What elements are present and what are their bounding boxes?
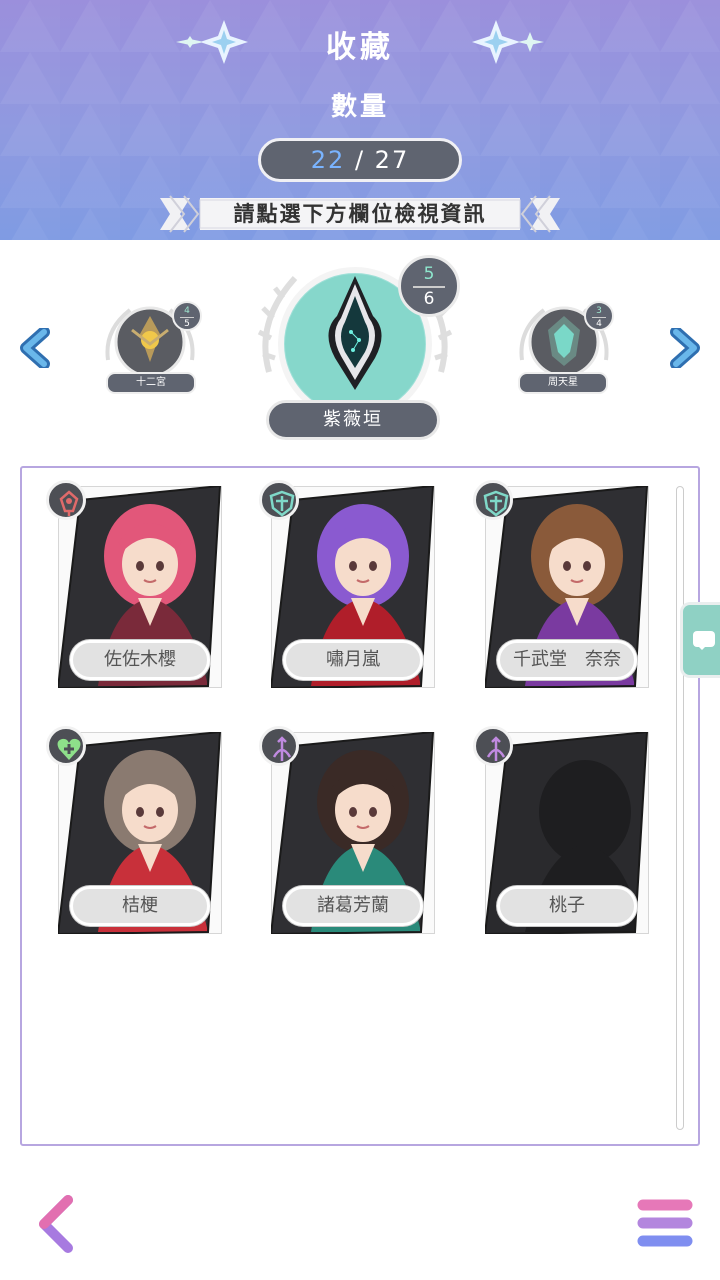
- ziwei-total: 6: [413, 286, 445, 310]
- heal-heart-icon: [57, 738, 81, 760]
- ziwei-label[interactable]: 紫薇垣: [266, 400, 440, 440]
- chat-bubble-icon: [693, 631, 715, 650]
- character-card[interactable]: 諸葛芳蘭: [259, 726, 435, 934]
- page-title: 收藏: [326, 30, 394, 65]
- zhoutian-owned: 3: [596, 306, 602, 316]
- header: 收藏 數量 22 / 27 請點選下方欄位檢視資訊: [0, 0, 720, 240]
- character-card[interactable]: 嘯月嵐: [259, 480, 435, 688]
- character-name: 千武堂 奈奈: [497, 640, 637, 680]
- character-card[interactable]: 桃子: [473, 726, 649, 934]
- character-card[interactable]: 桔梗: [46, 726, 222, 934]
- class-badge: [259, 726, 299, 766]
- class-badge: [259, 480, 299, 520]
- prev-collection-arrow-icon[interactable]: [18, 328, 52, 368]
- shield-icon: [483, 490, 509, 517]
- count-separator: /: [345, 146, 375, 174]
- count-label: 數量: [330, 92, 389, 122]
- ziwei-progress-badge: 5 6: [398, 255, 460, 317]
- class-badge: [473, 726, 513, 766]
- zhoutian-progress-badge: 3 4: [584, 301, 614, 331]
- class-badge: [46, 480, 86, 520]
- count-current: 22: [310, 146, 346, 174]
- count-total: 27: [374, 146, 410, 174]
- character-name: 嘯月嵐: [283, 640, 423, 680]
- back-chevron-left-icon[interactable]: [34, 1194, 78, 1254]
- character-name: 佐佐木櫻: [70, 640, 210, 680]
- shield-icon: [269, 490, 295, 517]
- zodiac-total: 5: [180, 317, 194, 330]
- zodiac-progress-badge: 4 5: [172, 301, 202, 331]
- instruction-banner: 請點選下方欄位檢視資訊: [160, 194, 560, 234]
- class-badge: [473, 480, 513, 520]
- class-badge: [46, 726, 86, 766]
- character-card[interactable]: 千武堂 奈奈: [473, 480, 649, 688]
- ziwei-owned: 5: [423, 264, 435, 284]
- collection-count: 22 / 27: [258, 138, 462, 182]
- zodiac-label[interactable]: 十二宮: [106, 372, 196, 394]
- zhoutian-total: 4: [592, 317, 606, 330]
- mage-icon: [59, 490, 79, 516]
- character-name: 桃子: [497, 886, 637, 926]
- chat-tab[interactable]: [680, 602, 720, 678]
- character-card[interactable]: 佐佐木櫻: [46, 480, 222, 688]
- character-name: 桔梗: [70, 886, 210, 926]
- archer-icon: [272, 736, 292, 761]
- zhoutian-label[interactable]: 周天星: [518, 372, 608, 394]
- archer-icon: [486, 736, 506, 761]
- sparkle-icon: [472, 20, 544, 64]
- scrollbar[interactable]: [676, 486, 684, 1130]
- zodiac-owned: 4: [184, 306, 190, 316]
- hamburger-menu-icon[interactable]: [634, 1196, 696, 1250]
- character-name: 諸葛芳蘭: [283, 886, 423, 926]
- next-collection-arrow-icon[interactable]: [668, 328, 702, 368]
- instruction-text: 請點選下方欄位檢視資訊: [233, 202, 487, 226]
